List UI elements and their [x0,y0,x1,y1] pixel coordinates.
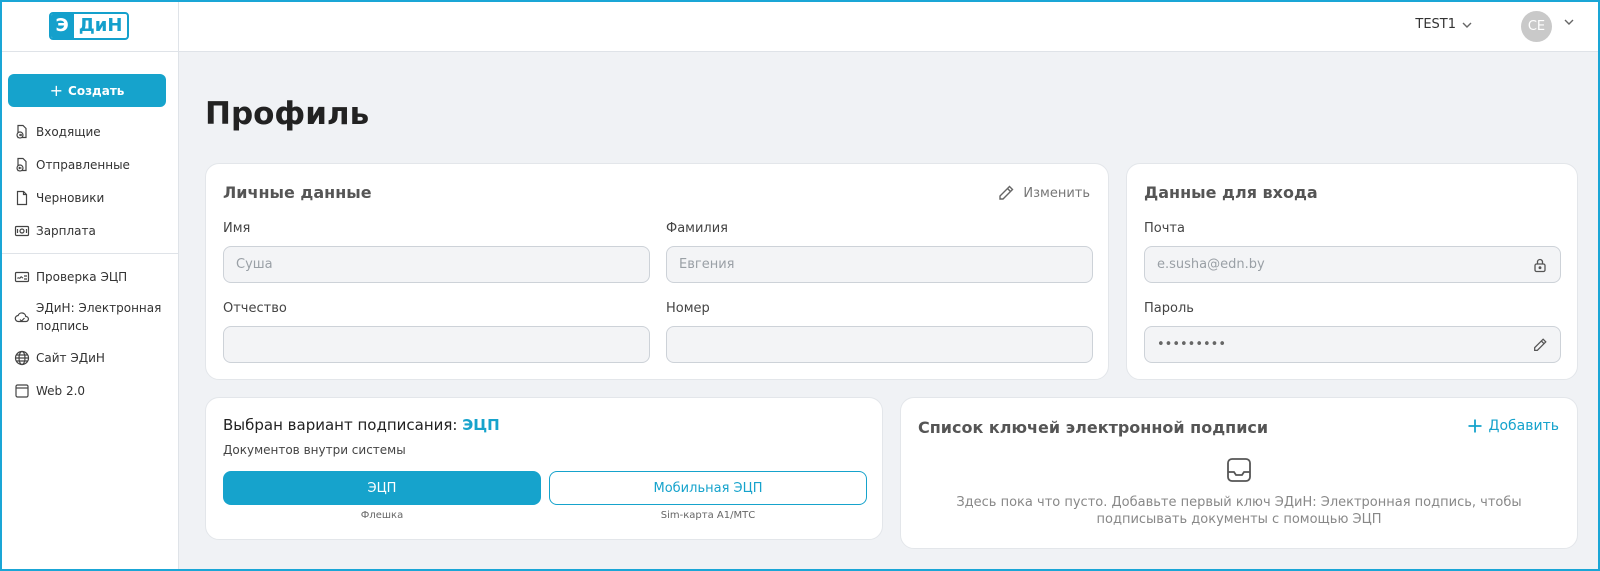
personal-data-card: Личные данные Изменить Имя Суша Фамилия … [205,163,1109,380]
patronymic-field[interactable] [223,326,650,363]
add-key-button[interactable]: Добавить [1467,418,1559,434]
option-mobile-ecp-label: Мобильная ЭЦП [653,480,763,496]
first-name-value: Суша [236,257,273,272]
org-name: TEST1 [1415,17,1456,32]
last-name-label: Фамилия [666,221,728,236]
email-label: Почта [1144,221,1185,236]
sidebar-divider [0,253,179,254]
edit-label: Изменить [1023,185,1090,201]
sidebar-item-label: Входящие [36,124,101,139]
lock-icon [1534,258,1546,273]
signing-title-value: ЭЦП [462,416,500,434]
option-ecp-button[interactable]: ЭЦП [223,471,541,505]
top-bar: TEST1 CE [179,0,1600,52]
chevron-down-icon[interactable] [1564,19,1574,25]
globe-icon [14,350,30,365]
number-label: Номер [666,301,710,316]
sidebar-item-label: Проверка ЭЦП [36,269,128,284]
avatar[interactable]: CE [1521,11,1552,42]
create-button-label: Создать [68,83,125,98]
email-value: e.susha@edn.by [1157,257,1265,272]
last-name-field[interactable]: Евгения [666,246,1093,283]
logo-area: Э ДиН [0,0,178,52]
empty-state-text: Здесь пока что пусто. Добавьте первый кл… [956,495,1522,527]
sidebar-item-label: Отправленные [36,157,130,172]
edin-logo[interactable]: Э ДиН [48,11,130,40]
sidebar-item-label: ЭДиН: Электронная подпись [36,301,162,333]
first-name-label: Имя [223,221,251,236]
sidebar-item-electronic-signature[interactable]: ЭДиН: Электронная подпись [0,293,179,341]
plus-icon [1468,419,1482,433]
add-key-label: Добавить [1488,418,1559,434]
cloud-sign-icon [14,312,29,323]
password-label: Пароль [1144,301,1194,316]
page-title: Профиль [205,96,370,132]
signature-check-icon [14,271,30,282]
patronymic-label: Отчество [223,301,287,316]
salary-icon [14,225,30,236]
sidebar-item-signature-check[interactable]: Проверка ЭЦП [0,260,179,293]
signing-title: Выбран вариант подписания: ЭЦП [223,416,500,434]
window-icon [15,383,29,398]
sidebar-item-sent[interactable]: Отправленные [0,148,179,181]
last-name-value: Евгения [679,257,735,272]
draft-icon [16,190,28,205]
edit-button[interactable]: Изменить [997,184,1090,202]
pencil-icon [999,185,1014,200]
option-mobile-ecp-button[interactable]: Мобильная ЭЦП [549,471,867,505]
login-data-title: Данные для входа [1144,183,1318,202]
create-button[interactable]: + Создать [8,74,166,107]
first-name-field[interactable]: Суша [223,246,650,283]
empty-tray-icon [1227,458,1251,482]
password-field[interactable]: ••••••••• [1144,326,1561,363]
org-selector[interactable]: TEST1 [1415,17,1472,32]
sidebar-item-label: Зарплата [36,223,96,238]
option-mobile-ecp-caption: Sim-карта А1/МТС [660,510,756,521]
sidebar-item-inbox[interactable]: Входящие [0,115,179,148]
sidebar-item-label: Черновики [36,190,105,205]
option-ecp-label: ЭЦП [367,480,397,496]
sidebar-item-label: Web 2.0 [36,383,86,398]
signing-subtitle: Документов внутри системы [223,443,406,457]
sidebar-item-label: Сайт ЭДиН [36,350,105,365]
sidebar-nav-main: Входящие Отправленные Черновики Зарплата… [0,115,179,407]
pencil-icon[interactable] [1532,337,1548,353]
signature-keys-title: Список ключей электронной подписи [918,418,1269,437]
sidebar-item-edin-site[interactable]: Сайт ЭДиН [0,341,179,374]
chevron-down-icon [1462,22,1472,28]
sidebar: Э ДиН + Создать Входящие Отправленные Че… [0,0,179,571]
number-field[interactable] [666,326,1093,363]
personal-data-title: Личные данные [223,183,372,202]
signing-title-prefix: Выбран вариант подписания: [223,416,458,434]
plus-icon: + [49,80,64,100]
option-ecp-caption: Флешка [360,510,404,521]
email-field[interactable]: e.susha@edn.by [1144,246,1561,283]
password-value: ••••••••• [1157,337,1227,352]
avatar-initials: CE [1527,19,1546,34]
sent-icon [16,157,27,172]
sidebar-item-salary[interactable]: Зарплата [0,214,179,247]
signature-keys-card: Список ключей электронной подписи Добави… [900,397,1578,549]
logo-din: ДиН [78,15,123,36]
logo-e: Э [50,13,74,38]
signing-variant-card: Выбран вариант подписания: ЭЦП Документо… [205,397,883,540]
sidebar-item-web2[interactable]: Web 2.0 [0,374,179,407]
inbox-icon [16,124,27,139]
login-data-card: Данные для входа Почта e.susha@edn.by Па… [1126,163,1578,380]
sidebar-item-drafts[interactable]: Черновики [0,181,179,214]
